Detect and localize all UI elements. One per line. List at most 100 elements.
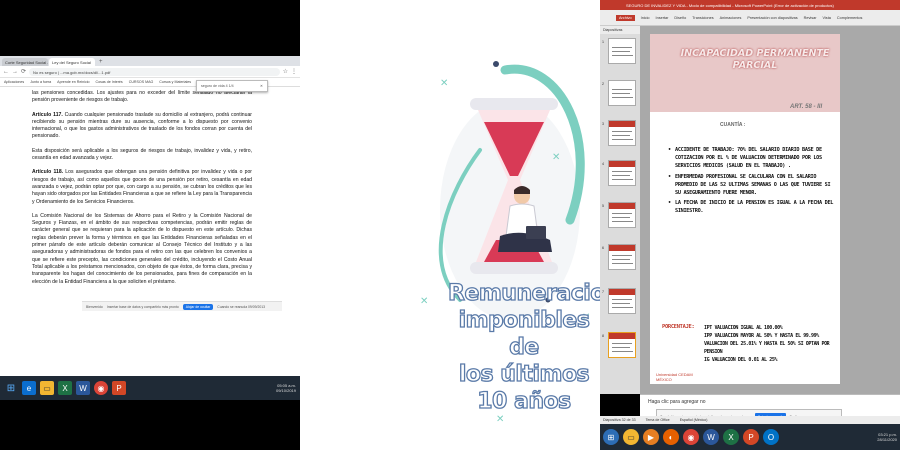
porcentaje-list: IPT VALUACION IGUAL AL 100.00% IPP VALUA… — [704, 324, 840, 364]
paragraph: Esta disposición será aplicable a los se… — [32, 147, 252, 162]
laptop-icon — [526, 226, 546, 239]
slide-bullets: ACCIDENTE DE TRABAJO: 70% DEL SALARIO DI… — [668, 146, 836, 218]
notification-text: Cuando se reanuda 09/09/2013 — [217, 304, 265, 309]
slide-number: 5 — [602, 204, 604, 208]
chrome-icon[interactable]: ◉ — [94, 381, 108, 395]
bookmark-item[interactable]: Cursos y Materiales — [159, 80, 191, 84]
menu-icon[interactable]: ⋮ — [291, 68, 297, 75]
university-logo: Universidad CEDAM MÉXICO — [656, 372, 693, 382]
title-line: los últimos 10 años — [458, 361, 590, 414]
ribbon-tab[interactable]: Animaciones — [720, 16, 742, 20]
slides-pane: 1 2 3 4 5 6 7 8 — [600, 34, 640, 394]
status-slide-count: Diapositiva 32 de 33 — [603, 418, 636, 422]
slide-thumbnail[interactable] — [608, 120, 636, 146]
ribbon-tab[interactable]: Transiciones — [692, 16, 713, 20]
bookmark-item[interactable]: CURSOS MAG — [129, 80, 154, 84]
slide-subheading: CUANTÍA : — [720, 122, 746, 128]
bookmark-item[interactable]: Cosas de Interés — [96, 80, 123, 84]
ribbon-tab[interactable]: Inicio — [641, 16, 650, 20]
new-tab-icon[interactable]: + — [96, 58, 106, 66]
current-slide[interactable]: INCAPACIDAD PERMANENTE PARCIAL ART. 58 -… — [650, 34, 840, 384]
browser-panel: Corte Seguridad Social - Cons Ley del Se… — [0, 0, 300, 450]
paragraph-article-118: Artículo 118. Los asegurados que obtenga… — [32, 169, 252, 205]
title-line: imponibles de — [458, 307, 591, 360]
windows-start-icon[interactable]: ⊞ — [4, 381, 18, 395]
ribbon-tab[interactable]: Presentación con diapositivas — [747, 16, 797, 20]
porcentaje-line: IPT VALUACION IGUAL AL 100.00% — [704, 325, 783, 331]
slide-thumbnail[interactable] — [608, 244, 636, 270]
slide-number: 6 — [602, 246, 604, 250]
pdf-page: las pensiones concedidas. Los ajustes pa… — [0, 87, 300, 286]
slide-number: 7 — [602, 290, 604, 294]
outlook-icon[interactable]: O — [763, 429, 779, 445]
powerpoint-icon[interactable]: P — [743, 429, 759, 445]
slide-thumbnail[interactable] — [608, 202, 636, 228]
slide-article: ART. 58 - III — [790, 104, 823, 110]
browser-tabbar: Corte Seguridad Social - Cons Ley del Se… — [0, 56, 300, 66]
windows-taskbar: ⊞ ▭ ▶ ◐ ◉ W X P O 03:21 p.m. 28/11/2020 — [600, 424, 900, 450]
ppt-window-title: SEGURO DE INVALIDEZ Y VIDA - Modo de com… — [600, 0, 900, 10]
decor-dot — [493, 61, 499, 67]
notes-placeholder[interactable]: Haga clic para agregar no — [648, 399, 706, 405]
status-theme: Tema de Office — [645, 418, 670, 422]
windows-start-icon[interactable]: ⊞ — [603, 429, 619, 445]
excel-icon[interactable]: X — [723, 429, 739, 445]
bookmark-item[interactable]: Junto a fuera — [30, 80, 51, 84]
find-bar[interactable]: seguro de vida 4 1/4 ✕ — [196, 80, 268, 92]
bookmark-item[interactable]: Aprende en Reinicio — [57, 80, 89, 84]
decor-cross: ✕ — [420, 296, 428, 307]
slide-number: 8 — [602, 334, 604, 338]
decor-cross: ✕ — [496, 414, 504, 425]
slide-thumbnail[interactable] — [608, 288, 636, 314]
slide-thumbnail[interactable] — [608, 38, 636, 64]
bullet-item: LA FECHA DE INICIO DE LA PENSION ES IGUA… — [668, 199, 836, 215]
ppt-status-bar: Diapositiva 32 de 33 Tema de Office Espa… — [600, 416, 900, 424]
notification-button[interactable]: Alojar de ocultar — [182, 303, 214, 310]
hourglass-bottom-cap — [470, 262, 558, 274]
slide-thumbnail[interactable] — [608, 160, 636, 186]
powerpoint-icon[interactable]: P — [112, 381, 126, 395]
bullet-item: ENFERMEDAD PROFESIONAL SE CALCULARA CON … — [668, 173, 836, 198]
infographic-title: Remuneraciones imponibles de los últimos… — [447, 280, 600, 415]
reload-icon[interactable]: ⟳ — [21, 68, 26, 75]
status-language: Español (México) — [679, 418, 708, 422]
ppt-ribbon: Archivo Inicio Insertar Diseño Transicio… — [600, 10, 900, 26]
slide-thumbnail[interactable] — [608, 80, 636, 106]
file-explorer-icon[interactable]: ▭ — [40, 381, 54, 395]
ribbon-tab-file[interactable]: Archivo — [616, 14, 635, 21]
windows-taskbar: ⊞ e ▭ X W ◉ P 05:05 a.m. 09/10/2019 — [0, 376, 300, 400]
browser-tab-active[interactable]: Ley del Seguro Social — [49, 58, 95, 66]
back-icon[interactable]: ← — [3, 69, 9, 75]
star-icon[interactable]: ☆ — [283, 68, 288, 75]
edge-icon[interactable]: e — [22, 381, 36, 395]
slide-thumbnail-selected[interactable] — [608, 332, 636, 358]
slide-number: 4 — [602, 162, 604, 166]
ribbon-tab[interactable]: Vista — [823, 16, 831, 20]
browser-tab[interactable]: Corte Seguridad Social - Cons — [2, 58, 48, 66]
word-icon[interactable]: W — [76, 381, 90, 395]
notification-text: Bienvenido — [86, 304, 103, 309]
ribbon-tab[interactable]: Complementos — [837, 16, 863, 20]
ribbon-tab[interactable]: Insertar — [656, 16, 669, 20]
forward-icon[interactable]: → — [12, 69, 18, 75]
bookmark-item[interactable]: Aplicaciones — [4, 80, 24, 84]
chrome-icon[interactable]: ◉ — [683, 429, 699, 445]
media-player-icon[interactable]: ▶ — [643, 429, 659, 445]
bullet-item: ACCIDENTE DE TRABAJO: 70% DEL SALARIO DI… — [668, 146, 836, 171]
paragraph-article-117: Artículo 117. Cuando cualquier pensionad… — [32, 111, 252, 140]
taskbar-clock: 05:05 a.m. 09/10/2019 — [275, 383, 296, 393]
ribbon-tab[interactable]: Revisar — [804, 16, 817, 20]
decor-cross: ✕ — [552, 152, 560, 163]
url-field[interactable]: No es seguro | ...ma.gob.mx/docs/dl/...1… — [29, 67, 280, 76]
word-icon[interactable]: W — [703, 429, 719, 445]
find-input[interactable]: seguro de vida 4 1/4 — [201, 84, 234, 88]
hourglass-top-cap — [470, 98, 558, 110]
slide-number: 2 — [602, 82, 604, 86]
ribbon-tab[interactable]: Diseño — [674, 16, 686, 20]
excel-icon[interactable]: X — [58, 381, 72, 395]
firefox-icon[interactable]: ◐ — [663, 429, 679, 445]
address-bar: ← → ⟳ No es seguro | ...ma.gob.mx/docs/d… — [0, 66, 300, 78]
paragraph: La Comisión Nacional de los Sistemas de … — [32, 212, 252, 285]
find-close-icon[interactable]: ✕ — [260, 84, 263, 88]
explorer-icon[interactable]: ▭ — [623, 429, 639, 445]
